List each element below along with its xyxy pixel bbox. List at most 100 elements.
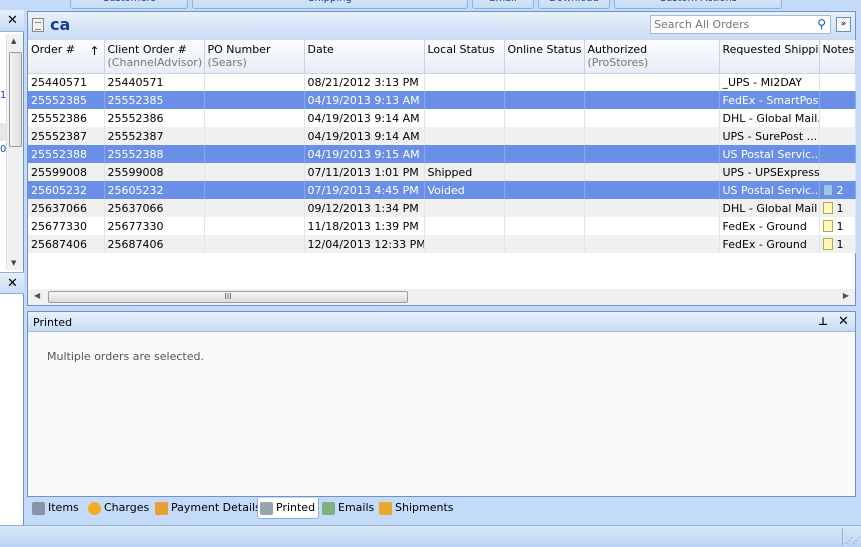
orders-panel: ca ⚲ » Order # ↑ Client Order #(ChannelAdv…: [27, 11, 856, 306]
column-header[interactable]: Authorized (ProStores): [584, 40, 720, 74]
detail-panel-header: Printed ⊥ ✕: [28, 312, 855, 332]
cell-date: 11/18/2013 1:39 PM: [304, 217, 425, 235]
order-row[interactable]: 25552388 25552388 04/19/2013 9:15 AM US Pos…: [28, 145, 856, 163]
search-icon[interactable]: ⚲: [817, 17, 826, 31]
scroll-up-icon[interactable]: ▲: [11, 37, 16, 45]
cell-local-status: [424, 235, 505, 253]
tab-payment-details[interactable]: Payment Details: [153, 498, 261, 519]
scrollbar-thumb[interactable]: [9, 52, 22, 147]
cell-local-status: [424, 127, 505, 145]
ribbon-tab-customers[interactable]: Customers: [70, 0, 188, 9]
cell-po: [204, 73, 305, 91]
scroll-right-icon[interactable]: ▶: [843, 291, 849, 300]
cell-date: 08/21/2012 3:13 PM: [304, 73, 425, 91]
tab-charges[interactable]: Charges: [86, 498, 149, 519]
tab-shipments[interactable]: Shipments: [377, 498, 454, 519]
cell-shipping: _UPS - MI2DAY: [719, 73, 820, 91]
notes-count: 1: [836, 201, 844, 215]
column-header[interactable]: Notes: [819, 40, 856, 74]
status-bar: ⋰⋰: [0, 525, 861, 547]
close-panel-icon[interactable]: ✕: [7, 276, 18, 291]
cell-order: 25599008: [28, 163, 105, 181]
order-row[interactable]: 25605232 25605232 07/19/2013 4:45 PM Voided…: [28, 181, 856, 199]
column-header[interactable]: Client Order # (ChannelAdvisor): [104, 40, 205, 74]
scroll-down-icon[interactable]: ▼: [11, 259, 16, 267]
notes-count: 2: [836, 183, 844, 197]
column-header[interactable]: Order # ↑: [28, 40, 105, 74]
tab-items[interactable]: Items: [30, 498, 79, 519]
note-icon[interactable]: [822, 237, 833, 250]
order-row[interactable]: 25552386 25552386 04/19/2013 9:14 AM DHL - …: [28, 109, 856, 127]
cell-local-status: [424, 217, 505, 235]
expand-chevron-icon[interactable]: »: [836, 17, 851, 32]
close-detail-icon[interactable]: ✕: [838, 314, 849, 329]
cell-po: [204, 217, 305, 235]
column-header[interactable]: PO Number (Sears): [204, 40, 305, 74]
cell-notes[interactable]: [819, 127, 856, 145]
cell-local-status: [424, 109, 505, 127]
scrollbar-thumb[interactable]: III: [48, 291, 408, 303]
cell-notes[interactable]: 1: [819, 217, 856, 235]
cell-client-order: 25605232: [104, 181, 205, 199]
search-box[interactable]: ⚲: [650, 15, 831, 34]
blue-note-icon[interactable]: [822, 183, 833, 196]
order-row[interactable]: 25687406 25687406 12/04/2013 12:33 PM FedEx…: [28, 235, 856, 253]
cell-local-status: [424, 73, 505, 91]
dollar-coin-icon: [88, 502, 101, 515]
note-icon[interactable]: [822, 201, 833, 214]
cell-notes[interactable]: [819, 163, 856, 181]
orders-grid: Order # ↑ Client Order # (ChannelAdvisor) PO…: [28, 40, 856, 253]
cell-notes[interactable]: [819, 73, 856, 91]
left-panel-scrollbar[interactable]: ▲ ▼: [6, 34, 23, 270]
ribbon-tab-shipping[interactable]: Shipping: [192, 0, 468, 9]
search-input[interactable]: [651, 16, 806, 33]
order-row[interactable]: 25552385 25552385 04/19/2013 9:13 AM FedEx …: [28, 91, 856, 109]
ribbon-tab-email[interactable]: Email: [472, 0, 534, 9]
document-icon: [32, 18, 44, 32]
column-header[interactable]: Online Status: [504, 40, 585, 74]
cell-po: [204, 181, 305, 199]
order-row[interactable]: 25440571 25440571 08/21/2012 3:13 PM _UPS -…: [28, 73, 856, 91]
cell-notes[interactable]: 2: [819, 181, 856, 199]
cell-order: 25552387: [28, 127, 105, 145]
cell-notes[interactable]: [819, 145, 856, 163]
note-icon[interactable]: [822, 219, 833, 232]
cell-notes[interactable]: 1: [819, 199, 856, 217]
cell-order: 25552385: [28, 91, 105, 109]
cell-order: 25637066: [28, 199, 105, 217]
cell-notes[interactable]: [819, 91, 856, 109]
close-left-panel-icon[interactable]: ✕: [7, 13, 18, 28]
horizontal-scrollbar[interactable]: ◀ III ▶: [28, 289, 855, 305]
cell-po: [204, 109, 305, 127]
tab-emails[interactable]: Emails: [320, 498, 374, 519]
column-header[interactable]: Local Status: [424, 40, 505, 74]
column-header-label: Notes: [822, 43, 855, 56]
pin-icon[interactable]: ⊥: [818, 315, 828, 328]
cell-notes[interactable]: [819, 109, 856, 127]
left-panel-header: ✕: [0, 10, 24, 32]
cell-online-status: [504, 163, 585, 181]
cell-client-order: 25599008: [104, 163, 205, 181]
tab-printed[interactable]: Printed: [257, 498, 320, 519]
ribbon-tab-download[interactable]: Download: [538, 0, 610, 9]
cell-po: [204, 91, 305, 109]
order-row[interactable]: 25677330 25677330 11/18/2013 1:39 PM FedEx …: [28, 217, 856, 235]
detail-tabs: Items Charges Payment Details Printed Emails…: [27, 498, 856, 520]
cell-authorized: [584, 235, 720, 253]
order-row[interactable]: 25637066 25637066 09/12/2013 1:34 PM DHL - …: [28, 199, 856, 217]
order-row[interactable]: 25599008 25599008 07/11/2013 1:01 PM Shippe…: [28, 163, 856, 181]
cell-notes[interactable]: 1: [819, 235, 856, 253]
scroll-left-icon[interactable]: ◀: [34, 291, 40, 300]
column-header-label: Authorized: [587, 43, 648, 56]
notes-count: 1: [836, 237, 844, 251]
cell-local-status: [424, 91, 505, 109]
ribbon-tab-custom-actions[interactable]: Custom Actions: [614, 0, 782, 9]
cell-client-order: 25677330: [104, 217, 205, 235]
left-panel: ✕ 1 0 ▲ ▼ ✕: [0, 10, 24, 525]
cell-po: [204, 235, 305, 253]
cell-client-order: 25440571: [104, 73, 205, 91]
resize-grip-icon[interactable]: ⋰⋰: [845, 536, 860, 545]
column-header[interactable]: Date: [304, 40, 425, 74]
order-row[interactable]: 25552387 25552387 04/19/2013 9:14 AM UPS - …: [28, 127, 856, 145]
column-header[interactable]: Requested Shipping: [719, 40, 820, 74]
